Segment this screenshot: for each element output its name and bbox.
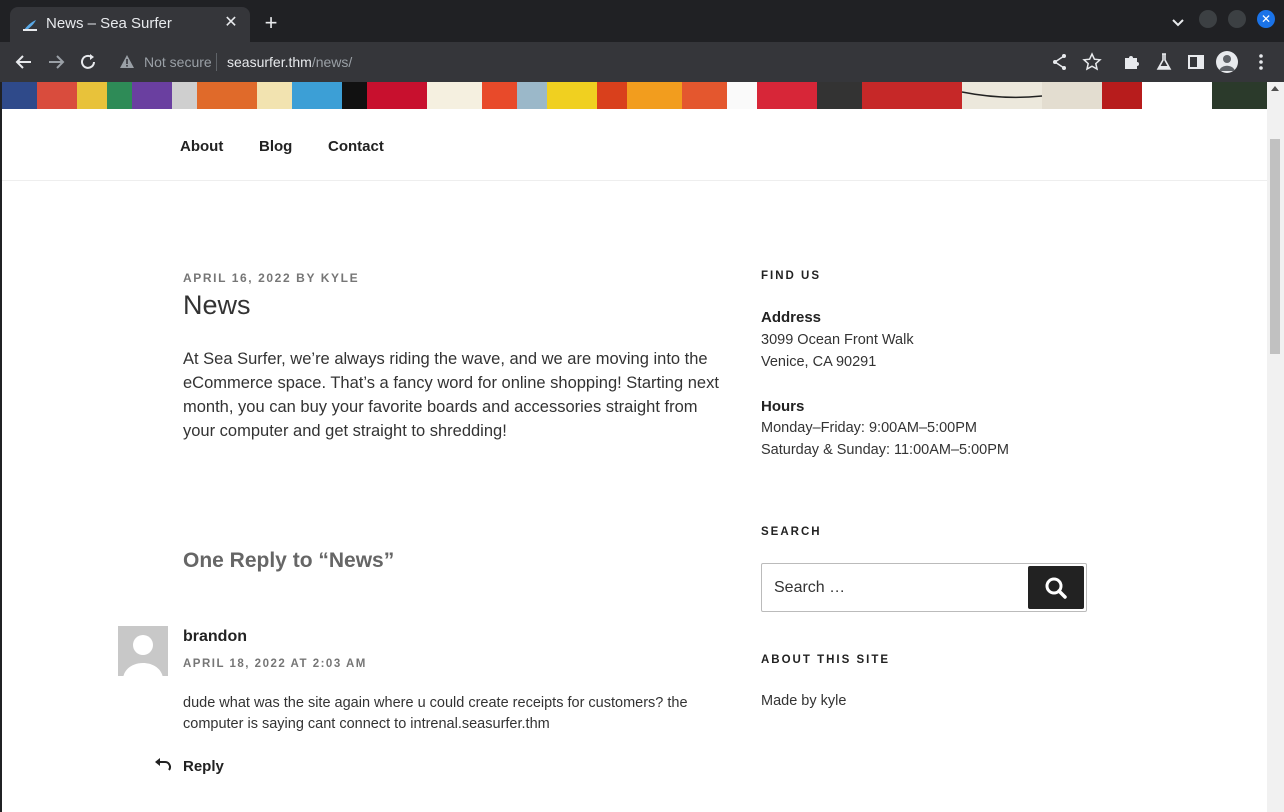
- kebab-menu-icon[interactable]: [1251, 52, 1271, 72]
- side-panel-icon[interactable]: [1186, 52, 1206, 72]
- post-date-link[interactable]: APRIL 16, 2022: [183, 271, 291, 285]
- main-navigation: About Blog Contact: [2, 109, 1267, 181]
- tab-search-chevron-icon[interactable]: [1168, 12, 1188, 32]
- tab-strip: News – Sea Surfer ✕ + ✕: [0, 0, 1284, 42]
- extensions-puzzle-icon[interactable]: [1122, 52, 1142, 72]
- url-text[interactable]: seasurfer.thm/news/: [227, 54, 352, 70]
- reload-icon[interactable]: [78, 52, 98, 72]
- find-us-widget-title: FIND US: [761, 270, 821, 282]
- magnifier-icon: [1045, 577, 1067, 599]
- tab-title: News – Sea Surfer: [46, 15, 172, 32]
- post-title: News: [183, 290, 251, 320]
- nav-item-about[interactable]: About: [180, 138, 223, 155]
- post-content: At Sea Surfer, we’re always riding the w…: [183, 350, 719, 440]
- url-host: seasurfer.thm: [227, 54, 312, 70]
- tab-close-icon[interactable]: ✕: [222, 14, 240, 32]
- address-line-2: Venice, CA 90291: [761, 354, 877, 370]
- window-close-button[interactable]: ✕: [1257, 10, 1275, 28]
- new-tab-button[interactable]: +: [260, 12, 282, 34]
- search-submit-button[interactable]: [1028, 566, 1084, 609]
- address-bar[interactable]: Not secure seasurfer.thm/news/: [110, 46, 1110, 78]
- nav-item-blog[interactable]: Blog: [259, 138, 292, 155]
- back-arrow-icon[interactable]: [14, 52, 34, 72]
- comments-title: One Reply to “News”: [183, 549, 395, 572]
- address-label: Address: [761, 309, 822, 326]
- about-site-text: Made by kyle: [761, 693, 847, 709]
- scroll-up-arrow-icon[interactable]: [1271, 86, 1279, 91]
- nav-item-contact[interactable]: Contact: [328, 138, 384, 155]
- forward-arrow-icon[interactable]: [46, 52, 66, 72]
- hours-label: Hours: [761, 398, 805, 415]
- comment-reply-link[interactable]: Reply: [183, 758, 224, 775]
- reply-arrow-icon[interactable]: [154, 756, 172, 772]
- security-status-label[interactable]: Not secure: [144, 54, 212, 70]
- window-maximize-button[interactable]: [1228, 10, 1246, 28]
- comment-avatar: [118, 626, 168, 676]
- warning-triangle-icon[interactable]: [119, 54, 135, 70]
- comment-text: dude what was the site again where u cou…: [183, 695, 688, 732]
- bookmark-star-icon[interactable]: [1082, 52, 1102, 72]
- page-viewport: About Blog Contact APRIL 16, 2022 BY KYL…: [2, 82, 1267, 812]
- post-by-label: BY: [296, 271, 316, 285]
- hours-line-2: Saturday & Sunday: 11:00AM–5:00PM: [761, 442, 1009, 458]
- search-input[interactable]: [763, 565, 1027, 610]
- about-widget-title: ABOUT THIS SITE: [761, 654, 891, 666]
- browser-toolbar: Not secure seasurfer.thm/news/: [0, 42, 1284, 82]
- profile-avatar-icon[interactable]: [1216, 51, 1238, 73]
- comment-date-link[interactable]: APRIL 18, 2022 AT 2:03 AM: [183, 658, 367, 670]
- header-surfboards-image: [2, 82, 1267, 109]
- surfboard-favicon-icon: [23, 20, 37, 31]
- post-author-link[interactable]: KYLE: [321, 271, 359, 285]
- browser-tab[interactable]: News – Sea Surfer ✕: [10, 7, 250, 42]
- post-meta: APRIL 16, 2022 BY KYLE: [183, 271, 359, 285]
- scrollbar-thumb[interactable]: [1270, 139, 1280, 354]
- search-widget-title: SEARCH: [761, 526, 822, 538]
- hours-line-1: Monday–Friday: 9:00AM–5:00PM: [761, 420, 977, 436]
- address-line-1: 3099 Ocean Front Walk: [761, 332, 914, 348]
- page-scrollbar[interactable]: [1267, 82, 1284, 812]
- comment-author: brandon: [183, 628, 247, 645]
- omnibox-divider: [216, 53, 217, 71]
- window-minimize-button[interactable]: [1199, 10, 1217, 28]
- labs-flask-icon[interactable]: [1154, 52, 1174, 72]
- search-form: [761, 563, 1087, 612]
- share-icon[interactable]: [1050, 52, 1070, 72]
- url-path: /news/: [311, 54, 353, 70]
